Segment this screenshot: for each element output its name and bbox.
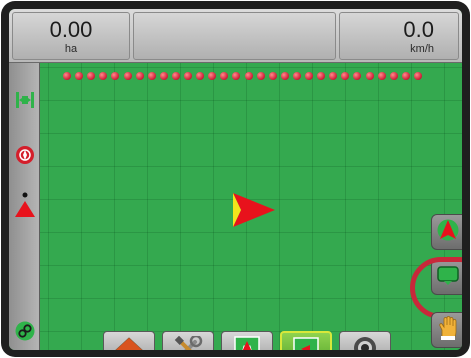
boom-section-dot xyxy=(256,72,265,80)
vehicle-view-button[interactable] xyxy=(431,214,462,250)
map-view-tab[interactable] xyxy=(280,331,332,350)
tools-tab[interactable] xyxy=(162,331,214,350)
boom-section-dot xyxy=(377,72,386,80)
guidance-screen: 0.00 ha 0.0 km/h xyxy=(9,9,462,350)
pan-hand-icon xyxy=(437,315,459,345)
tools-icon xyxy=(173,334,203,350)
boom-section-dot xyxy=(413,72,422,80)
boom-section-dot xyxy=(244,72,253,80)
boom-section-dot xyxy=(365,72,374,80)
device-frame: 0.00 ha 0.0 km/h xyxy=(1,1,470,357)
marker-icon[interactable] xyxy=(14,190,36,220)
boom-section-dot xyxy=(389,72,398,80)
vehicle-view-tab[interactable] xyxy=(221,331,273,350)
boom-section-dot xyxy=(184,72,192,80)
speed-display[interactable]: 0.0 km/h xyxy=(339,12,459,60)
area-value: 0.00 xyxy=(49,17,93,42)
speed-unit: km/h xyxy=(410,43,434,55)
camera-icon xyxy=(353,336,377,350)
map-view-tab-icon xyxy=(293,337,319,350)
boom-section-dot xyxy=(159,72,168,80)
guidance-info-display[interactable] xyxy=(133,12,336,60)
area-unit: ha xyxy=(64,43,78,55)
boom-section-dot xyxy=(135,72,144,80)
zoom-link-icon[interactable] xyxy=(14,320,36,342)
speed-value: 0.0 xyxy=(403,17,434,42)
bottom-toolbar xyxy=(103,331,398,350)
camera-tab[interactable] xyxy=(339,331,391,350)
area-display[interactable]: 0.00 ha xyxy=(12,12,130,60)
vehicle-position-icon xyxy=(233,193,275,232)
boom-section-dot xyxy=(171,72,180,80)
boom-section-dot xyxy=(123,72,132,80)
boom-section-dot xyxy=(280,72,289,80)
boom-section-dot xyxy=(401,72,410,80)
vehicle-view-icon xyxy=(437,218,459,247)
status-bar: 0.00 ha 0.0 km/h xyxy=(9,9,462,63)
boom-width-icon[interactable] xyxy=(14,89,36,111)
left-sidebar xyxy=(9,63,40,350)
home-tab[interactable] xyxy=(103,331,155,350)
boom-section-dot xyxy=(305,72,313,80)
boom-section-dot xyxy=(147,72,156,80)
boom-section-dot xyxy=(63,72,71,80)
flow-status-icon[interactable] xyxy=(14,144,36,166)
vehicle-view-tab-icon xyxy=(234,336,260,350)
pan-button[interactable] xyxy=(431,312,462,348)
boom-section-dot xyxy=(268,72,277,80)
home-icon xyxy=(115,336,143,350)
boom-section-dot xyxy=(292,72,301,80)
